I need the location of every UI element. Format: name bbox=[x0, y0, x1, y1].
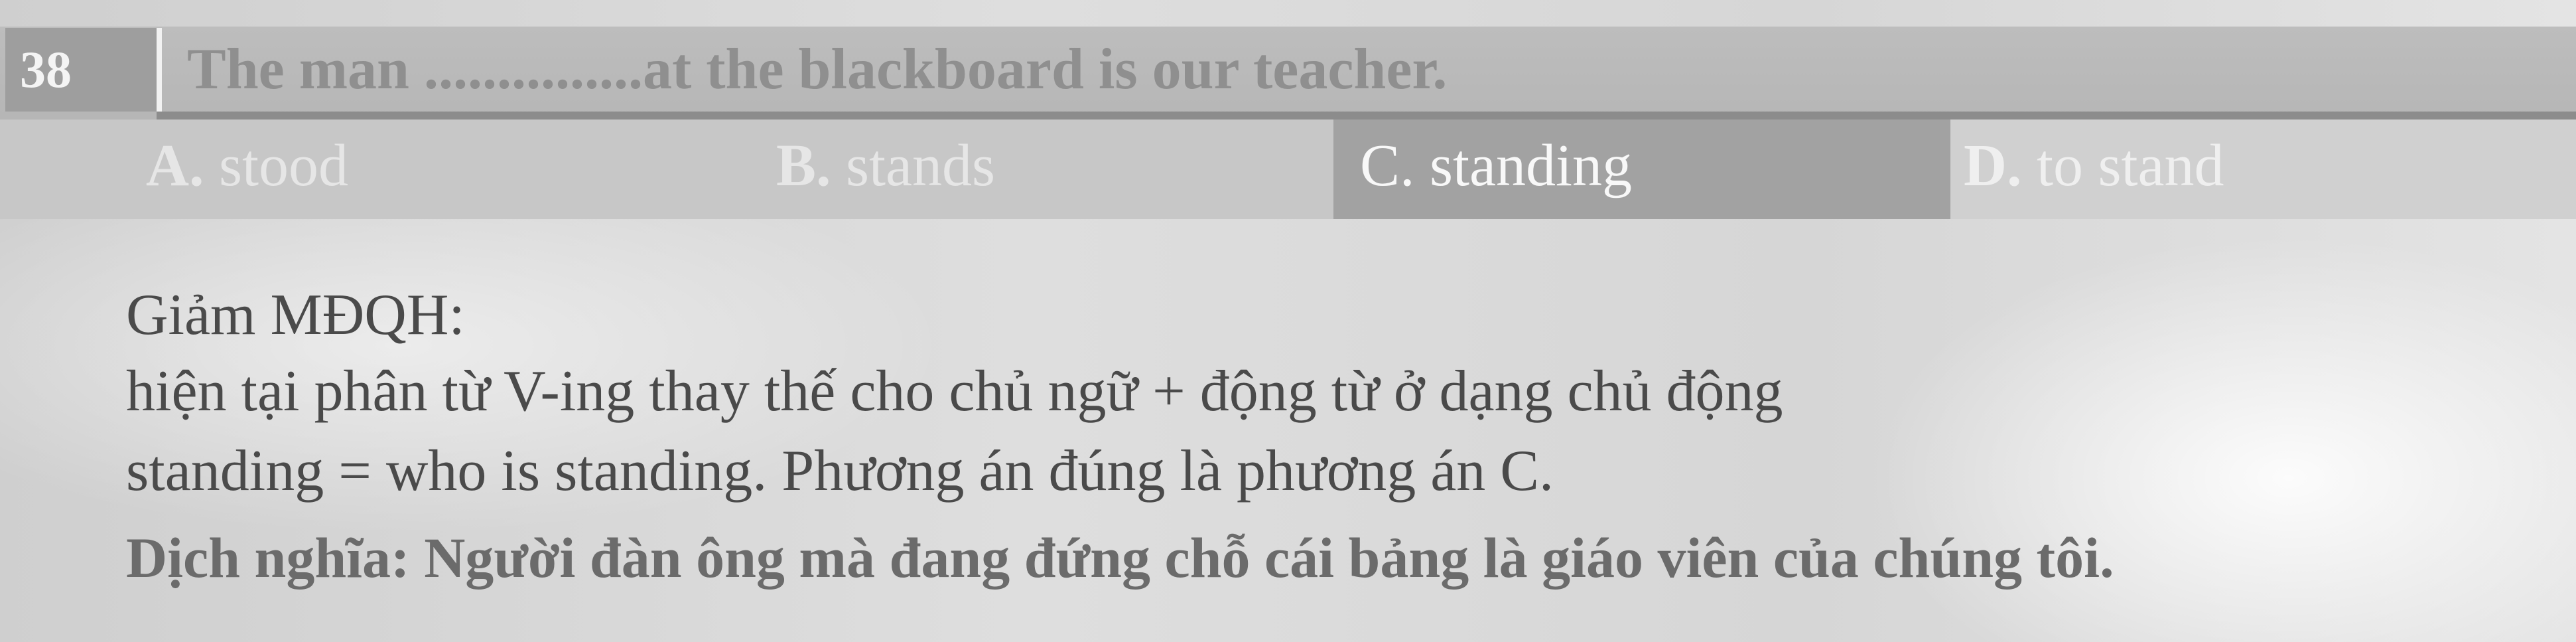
option-b-text: stands bbox=[846, 133, 996, 199]
header-divider bbox=[157, 112, 2576, 120]
option-d-letter: D. bbox=[1964, 133, 2022, 199]
translation-text: Dịch nghĩa: Người đàn ông mà đang đứng c… bbox=[126, 526, 2114, 590]
option-c-correct[interactable]: C. standing bbox=[1333, 120, 1950, 219]
option-c-letter: C. bbox=[1360, 133, 1415, 199]
question-text: The man ...............at the blackboard… bbox=[187, 37, 1448, 102]
option-a-text: stood bbox=[219, 133, 349, 199]
option-b-letter: B. bbox=[776, 133, 831, 199]
option-c-label: C. standing bbox=[1360, 133, 1632, 199]
option-b-label: B. stands bbox=[776, 133, 995, 199]
explanation-line-1: hiện tại phân từ V-ing thay thế cho chủ … bbox=[126, 359, 1783, 424]
option-d-label: D. to stand bbox=[1964, 133, 2224, 199]
question-number: 38 bbox=[20, 40, 72, 98]
option-a[interactable]: A. stood bbox=[100, 120, 730, 219]
option-d[interactable]: D. to stand bbox=[1950, 120, 2576, 219]
option-b[interactable]: B. stands bbox=[730, 120, 1327, 219]
explanation-heading: Giảm MĐQH: bbox=[126, 283, 465, 347]
option-a-label: A. stood bbox=[146, 133, 348, 199]
option-a-letter: A. bbox=[146, 133, 204, 199]
document-page: 38 The man ...............at the blackbo… bbox=[0, 0, 2576, 642]
option-d-text: to stand bbox=[2037, 133, 2224, 199]
explanation-line-2: standing = who is standing. Phương án đú… bbox=[126, 439, 1554, 503]
option-c-text: standing bbox=[1430, 133, 1633, 199]
